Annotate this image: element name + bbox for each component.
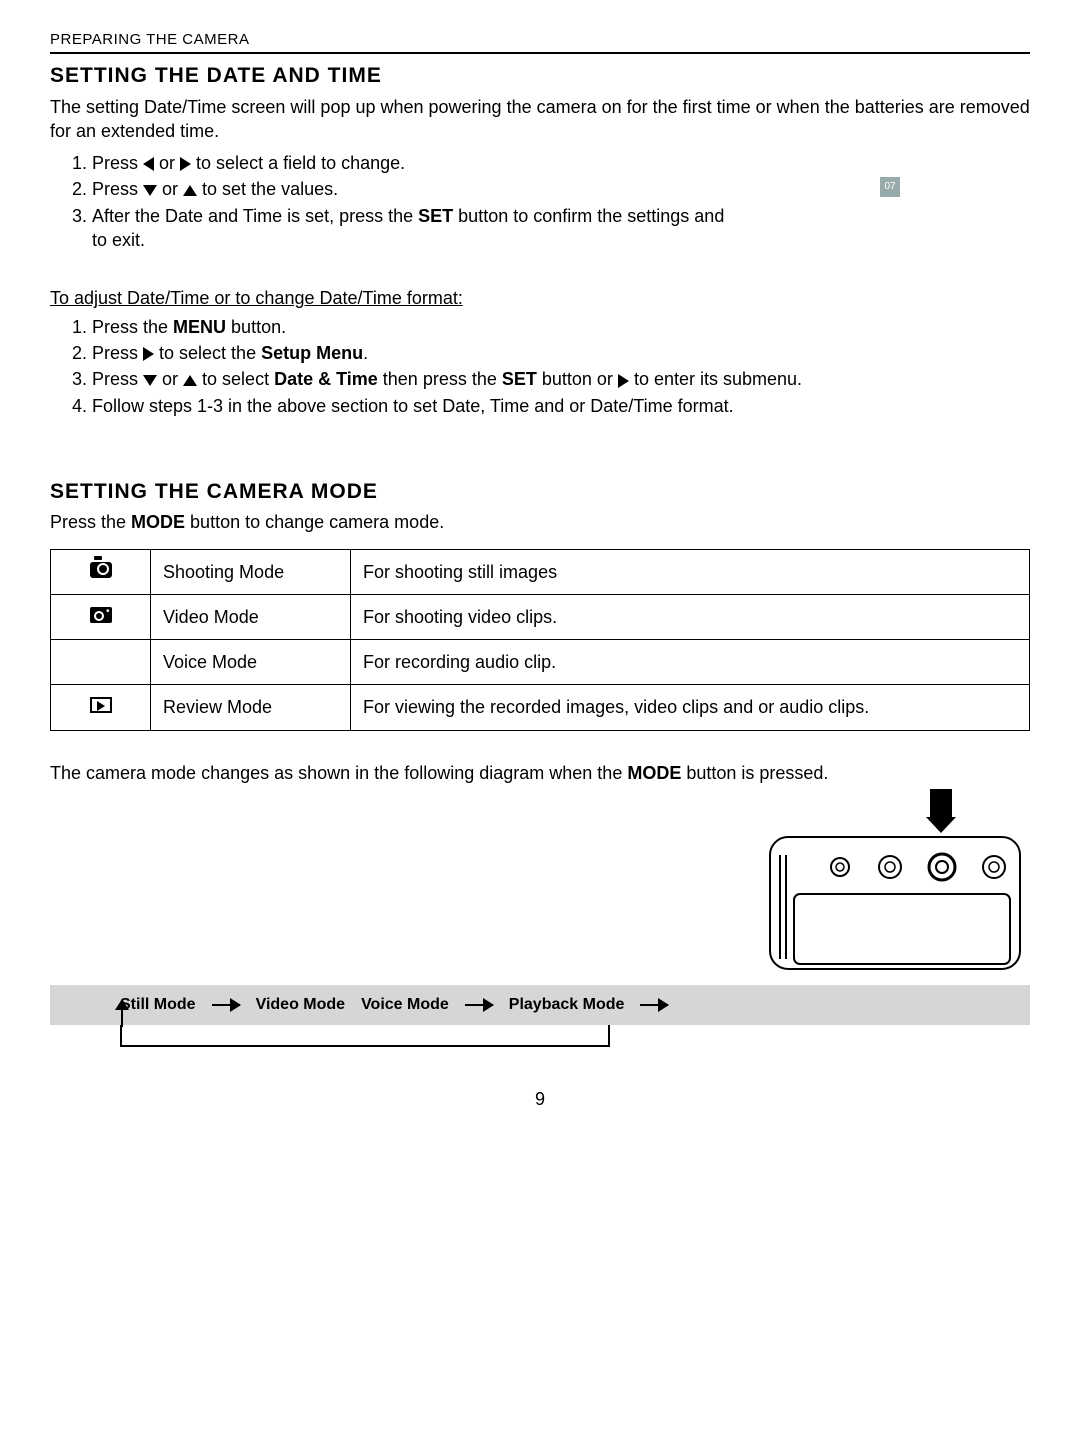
mode-change-note: The camera mode changes as shown in the …: [50, 761, 1030, 785]
adjust-step-1: Press the MENU button.: [92, 315, 1030, 339]
steps-date-time: Press or to select a field to change. Pr…: [50, 151, 730, 252]
arrow-right-icon: [465, 1004, 493, 1006]
mode-icon-cell: [51, 594, 151, 639]
mode-desc: For recording audio clip.: [351, 640, 1030, 685]
arrow-up-icon: [121, 1009, 123, 1027]
flow-node-playback: Playback Mode: [509, 994, 625, 1016]
camera-icon: [90, 560, 112, 584]
table-row: Review Mode For viewing the recorded ima…: [51, 685, 1030, 730]
mode-desc: For shooting video clips.: [351, 594, 1030, 639]
mode-desc: For shooting still images: [351, 549, 1030, 594]
step-3: After the Date and Time is set, press th…: [92, 204, 730, 253]
mode-icon-cell: [51, 685, 151, 730]
down-arrow-icon: [143, 375, 157, 386]
table-row: Shooting Mode For shooting still images: [51, 549, 1030, 594]
mode-icon-cell: [51, 549, 151, 594]
table-row: Video Mode For shooting video clips.: [51, 594, 1030, 639]
up-arrow-icon: [183, 375, 197, 386]
intro-camera-mode: Press the MODE button to change camera m…: [50, 510, 1030, 534]
mode-icon-cell: [51, 640, 151, 685]
flow-node-voice: Voice Mode: [361, 994, 449, 1016]
right-arrow-icon: [143, 347, 154, 361]
table-row: Voice Mode For recording audio clip.: [51, 640, 1030, 685]
adjust-step-3: Press or to select Date & Time then pres…: [92, 367, 1030, 391]
flow-node-video: Video Mode: [256, 994, 346, 1016]
mode-name: Shooting Mode: [151, 549, 351, 594]
arrow-right-icon: [640, 1004, 668, 1006]
step-2: Press or to set the values.: [92, 177, 730, 201]
mode-name: Video Mode: [151, 594, 351, 639]
page-number: 9: [50, 1087, 1030, 1111]
adjust-step-2: Press to select the Setup Menu.: [92, 341, 1030, 365]
video-icon: [90, 607, 112, 623]
page-header-breadcrumb: PREPARING THE CAMERA: [50, 30, 1030, 54]
camera-top-diagram: [750, 789, 1030, 979]
step-1: Press or to select a field to change.: [92, 151, 730, 175]
playback-icon: [90, 697, 112, 713]
mode-flow-diagram: Still Mode Video Mode Voice Mode Playbac…: [50, 985, 1030, 1047]
subheading-adjust-date: To adjust Date/Time or to change Date/Ti…: [50, 288, 463, 308]
up-arrow-icon: [183, 185, 197, 196]
heading-camera-mode: SETTING THE CAMERA MODE: [50, 478, 1030, 506]
camera-mode-table: Shooting Mode For shooting still images …: [50, 549, 1030, 731]
right-arrow-icon: [180, 157, 191, 171]
intro-date-time: The setting Date/Time screen will pop up…: [50, 95, 1030, 144]
left-arrow-icon: [143, 157, 154, 171]
mode-name: Voice Mode: [151, 640, 351, 685]
right-arrow-icon: [618, 374, 629, 388]
heading-date-time: SETTING THE DATE AND TIME: [50, 62, 1030, 90]
down-arrow-icon: [143, 185, 157, 196]
flow-node-still: Still Mode: [120, 994, 196, 1016]
flow-return-line: [120, 1025, 610, 1047]
mode-name: Review Mode: [151, 685, 351, 730]
steps-adjust-date: Press the MENU button. Press to select t…: [50, 315, 1030, 418]
figure-date-time-screen: 07: [880, 177, 900, 197]
arrow-right-icon: [212, 1004, 240, 1006]
mode-desc: For viewing the recorded images, video c…: [351, 685, 1030, 730]
adjust-step-4: Follow steps 1-3 in the above section to…: [92, 394, 1030, 418]
